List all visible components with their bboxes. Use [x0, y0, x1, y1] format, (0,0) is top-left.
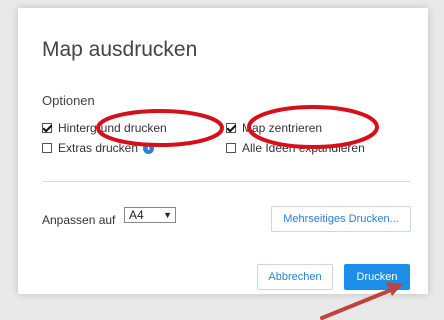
print-dialog: Map ausdrucken Optionen Hintergrund druc… [18, 8, 428, 294]
extras-label: Extras drucken [58, 141, 139, 155]
zentrieren-label: Map zentrieren [242, 121, 323, 135]
chevron-down-icon: ▼ [163, 210, 172, 220]
expandieren-label: Alle Ideen expandieren [242, 141, 365, 155]
hintergrund-checkbox[interactable] [42, 123, 52, 133]
zentrieren-checkbox[interactable] [226, 123, 236, 133]
expandieren-checkbox[interactable] [226, 143, 236, 153]
option-extras-drucken[interactable]: Extras drucken i [42, 141, 155, 155]
paper-size-select[interactable]: A4 ▼ [124, 207, 176, 223]
section-divider [42, 181, 410, 182]
options-section-label: Optionen [42, 93, 95, 108]
info-icon[interactable]: i [143, 142, 155, 154]
hintergrund-label: Hintergrund drucken [58, 121, 167, 135]
cancel-button[interactable]: Abbrechen [257, 264, 333, 290]
print-button[interactable]: Drucken [344, 264, 410, 290]
option-hintergrund-drucken[interactable]: Hintergrund drucken [42, 121, 167, 135]
extras-checkbox[interactable] [42, 143, 52, 153]
dialog-title: Map ausdrucken [42, 38, 198, 61]
fit-to-label: Anpassen auf [42, 213, 116, 227]
option-map-zentrieren[interactable]: Map zentrieren [226, 121, 322, 135]
multipage-print-button[interactable]: Mehrseitiges Drucken... [271, 206, 411, 232]
option-alle-ideen-expandieren[interactable]: Alle Ideen expandieren [226, 141, 365, 155]
paper-size-value: A4 [129, 208, 144, 222]
